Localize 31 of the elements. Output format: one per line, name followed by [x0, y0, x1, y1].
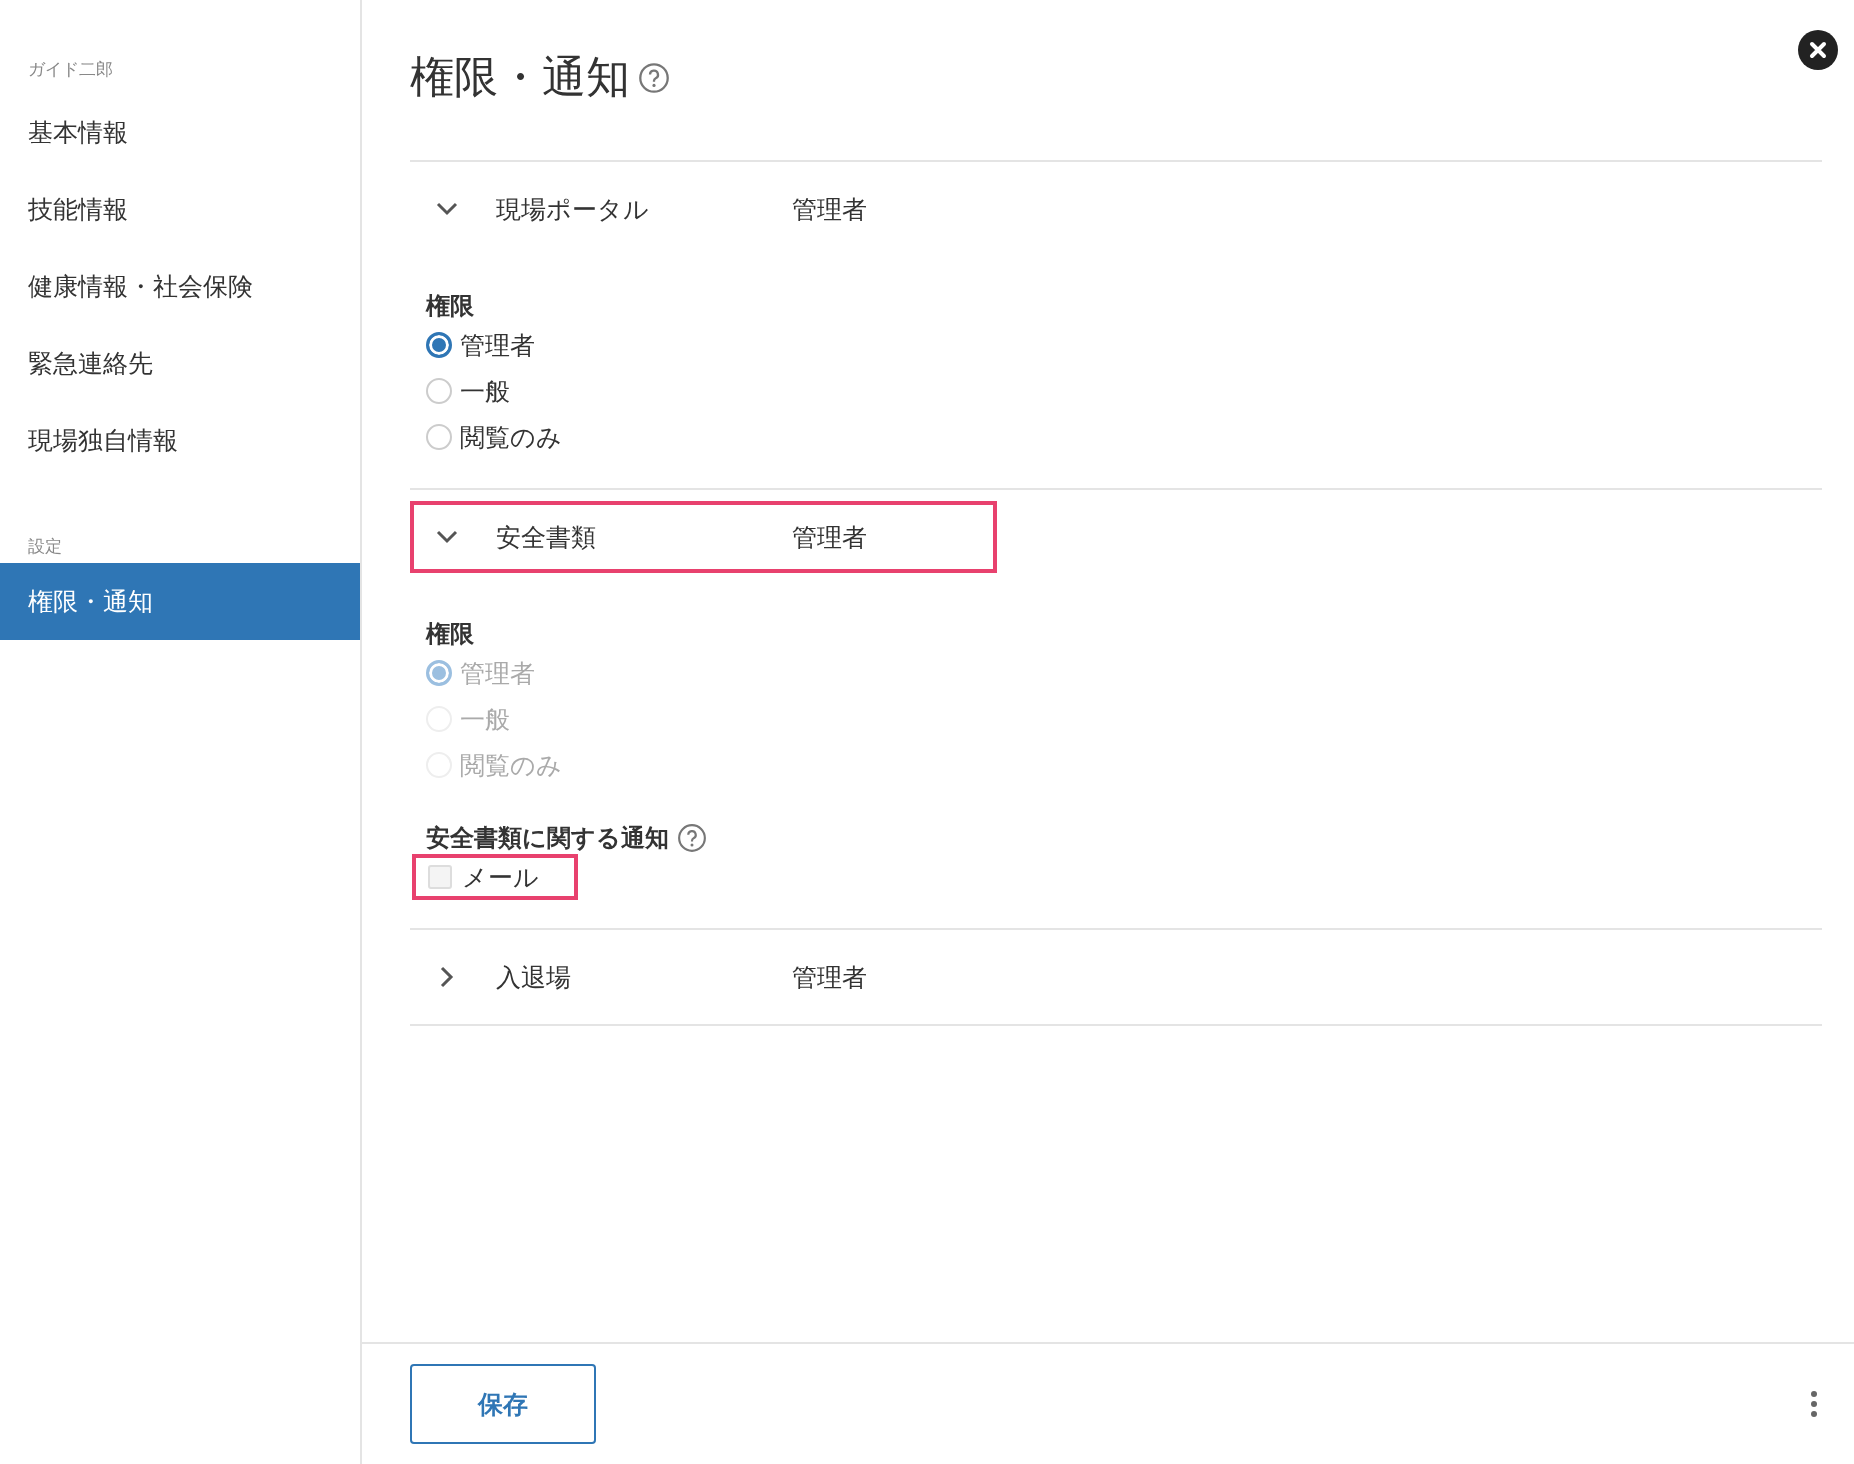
- radio-button[interactable]: [426, 332, 452, 358]
- sidebar-item[interactable]: 権限・通知: [0, 563, 360, 640]
- save-button[interactable]: 保存: [410, 1364, 596, 1444]
- section-name: 安全書類: [496, 521, 597, 554]
- section-heading: 設定: [27, 535, 63, 558]
- role-label: 管理者: [792, 193, 867, 226]
- field-label: 権限: [426, 619, 475, 650]
- sidebar-item[interactable]: 健康情報・社会保険: [0, 248, 360, 325]
- field-label: 安全書類に関する通知: [426, 823, 669, 854]
- user-name: ガイド二郎: [27, 58, 114, 81]
- option-label: 閲覧のみ: [460, 749, 562, 782]
- option-label: 一般: [460, 703, 510, 736]
- option-label: 一般: [460, 375, 510, 408]
- option-label: 管理者: [460, 657, 535, 690]
- role-label: 管理者: [792, 521, 867, 554]
- help-icon[interactable]: [677, 823, 707, 853]
- checkbox-label: メール: [462, 861, 539, 894]
- page-title: 権限・通知: [410, 50, 630, 104]
- sidebar-item[interactable]: 現場独自情報: [0, 402, 360, 479]
- sidebar-item[interactable]: 基本情報: [0, 94, 360, 171]
- more-options-icon[interactable]: [1810, 1390, 1818, 1418]
- field-label: 権限: [426, 291, 475, 322]
- option-label: 管理者: [460, 329, 535, 362]
- section-name: 現場ポータル: [496, 193, 650, 226]
- sidebar-item[interactable]: 緊急連絡先: [0, 325, 360, 402]
- close-button[interactable]: [1798, 30, 1838, 70]
- section-name: 入退場: [496, 961, 572, 994]
- help-icon[interactable]: [638, 61, 670, 94]
- option-label: 閲覧のみ: [460, 421, 562, 454]
- role-label: 管理者: [792, 961, 867, 994]
- sidebar-item[interactable]: 技能情報: [0, 171, 360, 248]
